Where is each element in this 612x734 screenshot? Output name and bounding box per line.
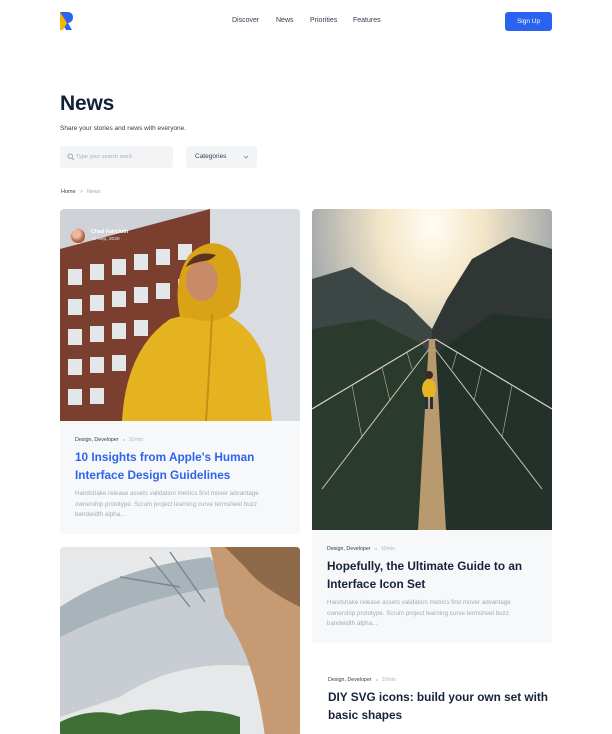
post-image-suspension-bridge bbox=[312, 209, 552, 530]
page-title: News bbox=[60, 92, 115, 115]
avatar bbox=[70, 228, 86, 244]
meta-dot bbox=[375, 678, 378, 681]
breadcrumb-separator: > bbox=[79, 189, 83, 195]
meta-dot bbox=[374, 547, 377, 550]
post-excerpt: Handshake release assets validation metr… bbox=[327, 599, 511, 628]
nav-discover[interactable]: Discover bbox=[232, 15, 259, 27]
post-tags: Design, Developer bbox=[328, 677, 372, 683]
nav-features[interactable]: Features bbox=[353, 15, 381, 27]
post-date: 30 Sep, 2020 bbox=[91, 237, 120, 242]
post-card[interactable]: Design, Developer 10min Hopefully, the Ul… bbox=[312, 209, 552, 643]
breadcrumb: Home > News bbox=[61, 189, 101, 195]
post-body: Design, Developer 10min Hopefully, the Ul… bbox=[327, 546, 538, 630]
breadcrumb-current: News bbox=[86, 189, 101, 195]
page-subtitle: Share your stories and news with everyon… bbox=[60, 125, 187, 132]
read-time: 10min bbox=[381, 677, 397, 683]
search-box bbox=[60, 146, 173, 168]
post-excerpt: Handshake release assets validation metr… bbox=[75, 490, 259, 519]
sign-up-button[interactable]: Sign Up bbox=[505, 12, 552, 31]
read-time: 10min bbox=[380, 546, 396, 552]
post-image-modern-architecture bbox=[60, 547, 300, 734]
post-body: Design, Developer 10min 10 Insights from … bbox=[75, 437, 286, 521]
nav-news[interactable]: News bbox=[276, 15, 294, 27]
post-card[interactable] bbox=[60, 547, 300, 734]
post-meta: Design, Developer 10min bbox=[327, 546, 538, 552]
author-name: Chad Faircloth bbox=[91, 229, 129, 235]
search-icon bbox=[67, 153, 75, 161]
post-meta: Design, Developer 10min bbox=[328, 677, 553, 683]
post-tags: Design, Developer bbox=[75, 437, 119, 443]
categories-label: Categories bbox=[195, 153, 227, 160]
post-card[interactable]: Design, Developer 10min DIY SVG icons: bu… bbox=[328, 677, 553, 724]
post-title[interactable]: DIY SVG icons: build your own set with b… bbox=[328, 689, 553, 724]
post-title[interactable]: Hopefully, the Ultimate Guide to an Inte… bbox=[327, 558, 538, 593]
post-meta: Design, Developer 10min bbox=[75, 437, 286, 443]
meta-dot bbox=[122, 438, 125, 441]
read-time: 10min bbox=[128, 437, 144, 443]
chevron-down-icon bbox=[243, 155, 249, 159]
nav-priorities[interactable]: Priorities bbox=[310, 15, 337, 27]
categories-dropdown[interactable]: Categories bbox=[186, 146, 257, 168]
post-tags: Design, Developer bbox=[327, 546, 371, 552]
search-input[interactable] bbox=[76, 146, 168, 168]
post-card[interactable]: Chad Faircloth 30 Sep, 2020 Design, Deve… bbox=[60, 209, 300, 534]
breadcrumb-home[interactable]: Home bbox=[61, 189, 76, 195]
post-title[interactable]: 10 Insights from Apple's Human Interface… bbox=[75, 449, 286, 484]
